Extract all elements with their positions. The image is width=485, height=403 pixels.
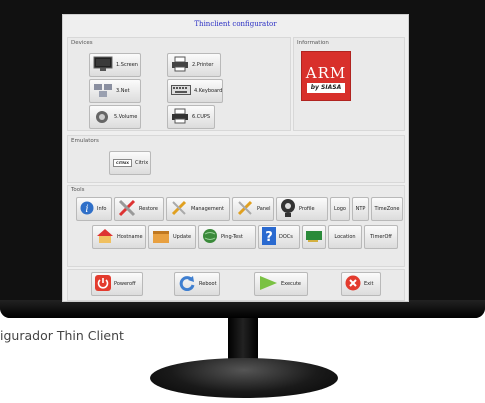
network-icon bbox=[93, 82, 113, 100]
screen-label: 1.Screen bbox=[116, 62, 138, 68]
citrix-label: Citrix bbox=[134, 160, 149, 166]
hostname-button[interactable]: Hostname bbox=[92, 225, 146, 249]
management-label: Management bbox=[191, 206, 224, 212]
monitor-icon bbox=[93, 56, 113, 74]
emulators-label: Emulators bbox=[71, 138, 99, 144]
ntp-label: NTP bbox=[355, 206, 366, 212]
exit-label: Exit bbox=[364, 281, 374, 287]
refresh-icon bbox=[178, 275, 196, 293]
monitor-chin bbox=[0, 300, 485, 318]
power-icon bbox=[95, 275, 111, 293]
webcam-icon bbox=[280, 198, 296, 220]
cups-button[interactable]: 6.CUPS bbox=[167, 105, 215, 129]
printer-button[interactable]: 2.Printer bbox=[167, 53, 221, 77]
reboot-label: Reboot bbox=[199, 281, 217, 287]
cups-label: 6.CUPS bbox=[192, 114, 211, 120]
speaker-icon bbox=[93, 108, 111, 126]
citrix-icon: CITRIX bbox=[113, 159, 132, 167]
screen-button[interactable]: 1.Screen bbox=[89, 53, 141, 77]
net-label: 3.Net bbox=[116, 88, 130, 94]
citrix-button[interactable]: CITRIX Citrix bbox=[109, 151, 151, 175]
keyboard-icon bbox=[171, 85, 191, 97]
restore-label: Restore bbox=[139, 206, 158, 212]
package-icon bbox=[152, 228, 170, 246]
network-card-button[interactable] bbox=[302, 225, 326, 249]
close-icon bbox=[345, 275, 361, 293]
info-button[interactable]: i Info bbox=[76, 197, 112, 221]
ntp-button[interactable]: NTP bbox=[352, 197, 369, 221]
tools-icon bbox=[170, 199, 188, 219]
panel-button[interactable]: Panel bbox=[232, 197, 274, 221]
hostname-label: Hostname bbox=[117, 234, 143, 240]
help-icon: ? bbox=[262, 227, 276, 247]
docs-button[interactable]: ? DOCs bbox=[258, 225, 300, 249]
window-title: Thinclient configurator bbox=[194, 20, 277, 28]
devices-label: Devices bbox=[71, 40, 93, 46]
ping-test-button[interactable]: Ping-Test bbox=[198, 225, 256, 249]
logo-text: ARM bbox=[305, 64, 347, 82]
info-icon: i bbox=[80, 201, 94, 217]
monitor-base bbox=[150, 358, 338, 398]
location-label: Location bbox=[334, 234, 356, 240]
volume-label: 5.Volume bbox=[114, 114, 138, 120]
svg-text:?: ? bbox=[265, 230, 273, 245]
management-button[interactable]: Management bbox=[166, 197, 230, 221]
restore-button[interactable]: Restore bbox=[114, 197, 164, 221]
app-window: Thinclient configurator Devices 1.Screen… bbox=[62, 14, 409, 302]
poweroff-label: Poweroff bbox=[114, 281, 136, 287]
exit-button[interactable]: Exit bbox=[341, 272, 381, 296]
caption-text: igurador Thin Client bbox=[0, 328, 124, 343]
printer-icon bbox=[171, 56, 189, 74]
net-button[interactable]: 3.Net bbox=[89, 79, 141, 103]
timezone-button[interactable]: TimeZone bbox=[371, 197, 403, 221]
information-label: Information bbox=[297, 40, 329, 46]
timeroff-label: TimerOff bbox=[370, 234, 392, 240]
ping-test-label: Ping-Test bbox=[221, 234, 243, 240]
timezone-label: TimeZone bbox=[374, 206, 400, 212]
printer-label: 2.Printer bbox=[192, 62, 214, 68]
tools-label: Tools bbox=[71, 187, 85, 193]
keyboard-button[interactable]: 4.Keyboard bbox=[167, 79, 223, 103]
update-label: Update bbox=[173, 234, 192, 240]
poweroff-button[interactable]: Poweroff bbox=[91, 272, 143, 296]
globe-icon bbox=[202, 228, 218, 246]
keyboard-label: 4.Keyboard bbox=[194, 88, 223, 94]
execute-button[interactable]: Execute bbox=[254, 272, 308, 296]
network-card-icon bbox=[305, 229, 323, 245]
printer-icon bbox=[171, 108, 189, 126]
timeroff-button[interactable]: TimerOff bbox=[364, 225, 398, 249]
location-button[interactable]: Location bbox=[328, 225, 362, 249]
logo-button[interactable]: Logo bbox=[330, 197, 350, 221]
docs-label: DOCs bbox=[279, 234, 293, 240]
info-label: Info bbox=[97, 206, 107, 212]
panel-label: Panel bbox=[257, 206, 271, 212]
logo-label: Logo bbox=[334, 206, 346, 212]
arm-logo: ARM by SIASA bbox=[301, 51, 351, 101]
tools-icon bbox=[118, 199, 136, 219]
profile-label: Profile bbox=[299, 206, 315, 212]
play-icon bbox=[258, 275, 278, 293]
reboot-button[interactable]: Reboot bbox=[174, 272, 220, 296]
volume-button[interactable]: 5.Volume bbox=[89, 105, 141, 129]
update-button[interactable]: Update bbox=[148, 225, 196, 249]
svg-text:i: i bbox=[85, 204, 88, 215]
logo-subtext: by SIASA bbox=[307, 83, 345, 93]
profile-button[interactable]: Profile bbox=[276, 197, 328, 221]
execute-label: Execute bbox=[281, 281, 301, 287]
tools-icon bbox=[236, 199, 254, 219]
home-icon bbox=[96, 228, 114, 246]
